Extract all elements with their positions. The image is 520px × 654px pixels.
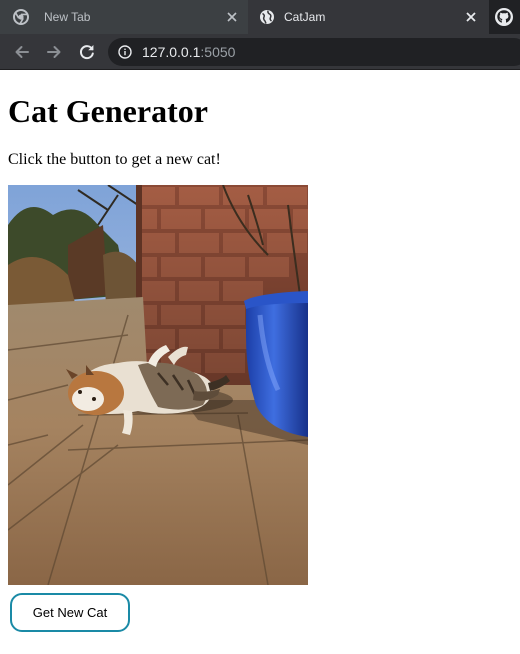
back-arrow-icon[interactable] [12,42,32,62]
url-text[interactable]: 127.0.0.1:5050 [142,44,235,60]
reload-icon[interactable] [77,42,97,62]
tab-new-tab[interactable]: New Tab [0,0,248,34]
url-host: 127.0.0.1 [142,44,201,60]
tab-title: CatJam [284,10,326,24]
tab-catjam[interactable]: CatJam [248,0,489,34]
tab-strip: New Tab CatJam [0,0,520,34]
forward-arrow-icon[interactable] [44,42,64,62]
browser-toolbar: 127.0.0.1:5050 [0,34,520,70]
github-icon[interactable] [494,7,514,27]
page-title: Cat Generator [8,93,208,129]
info-icon[interactable] [118,45,132,59]
page-content: Cat Generator Click the button to get a … [0,71,520,654]
chrome-icon [13,9,29,25]
close-icon[interactable] [224,9,240,25]
get-new-cat-button[interactable]: Get New Cat [10,593,130,632]
address-bar[interactable]: 127.0.0.1:5050 [108,38,520,66]
page-subtitle: Click the button to get a new cat! [8,151,221,168]
close-icon[interactable] [463,9,479,25]
tab-title: New Tab [44,10,91,24]
cat-photo [8,185,308,585]
globe-icon [260,10,274,24]
url-port: :5050 [200,44,236,60]
